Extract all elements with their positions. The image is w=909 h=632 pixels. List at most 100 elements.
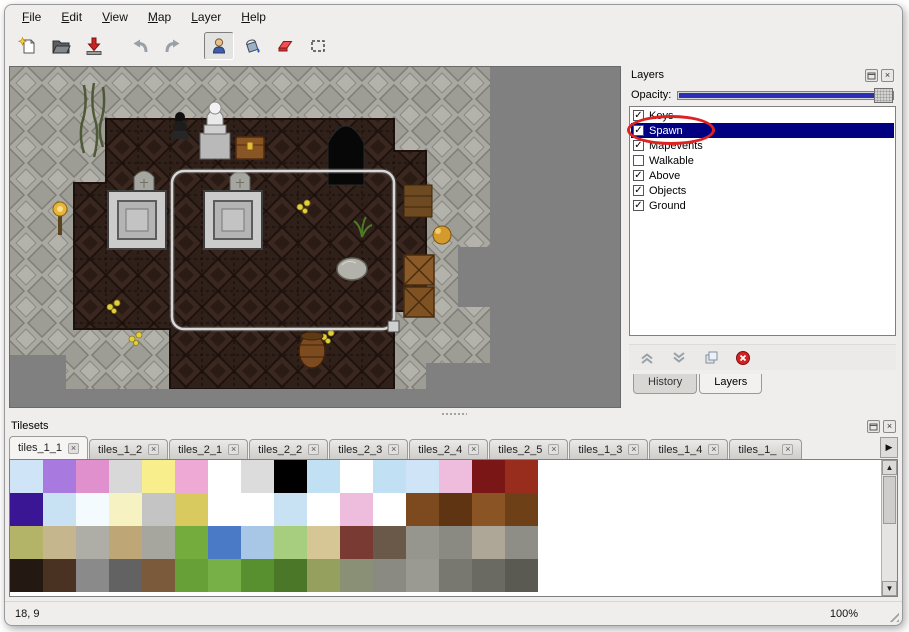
menu-map[interactable]: Map xyxy=(139,8,180,26)
resize-grip[interactable] xyxy=(886,609,899,622)
palette-scrollbar[interactable]: ▲ ▼ xyxy=(881,460,897,596)
menu-layer[interactable]: Layer xyxy=(182,8,230,26)
duplicate-layer-button[interactable] xyxy=(701,348,721,368)
palette-tile-r3c4[interactable] xyxy=(142,559,175,592)
tab-close-icon[interactable]: × xyxy=(228,444,239,455)
eraser-tool-button[interactable] xyxy=(270,32,300,60)
palette-tile-r1c14[interactable] xyxy=(472,493,505,526)
palette-tile-r0c7[interactable] xyxy=(241,460,274,493)
palette-tile-r2c7[interactable] xyxy=(241,526,274,559)
palette-tile-r0c9[interactable] xyxy=(307,460,340,493)
tab-close-icon[interactable]: × xyxy=(388,444,399,455)
layer-list[interactable]: ✓Keys✓Spawn✓MapeventsWalkable✓Above✓Obje… xyxy=(629,106,896,336)
palette-tile-r0c3[interactable] xyxy=(109,460,142,493)
layer-row-spawn[interactable]: ✓Spawn xyxy=(631,123,894,138)
map-canvas[interactable] xyxy=(10,67,490,389)
tileset-palette[interactable] xyxy=(10,460,897,592)
tab-close-icon[interactable]: × xyxy=(68,443,79,454)
open-file-button[interactable] xyxy=(46,32,76,60)
palette-tile-r3c12[interactable] xyxy=(406,559,439,592)
palette-tile-r0c11[interactable] xyxy=(373,460,406,493)
dock-tab-layers[interactable]: Layers xyxy=(699,374,762,394)
palette-tile-r2c3[interactable] xyxy=(109,526,142,559)
palette-tile-r1c3[interactable] xyxy=(109,493,142,526)
palette-tile-r2c1[interactable] xyxy=(43,526,76,559)
layer-visibility-checkbox[interactable]: ✓ xyxy=(633,170,644,181)
layer-row-objects[interactable]: ✓Objects xyxy=(631,183,894,198)
delete-layer-button[interactable] xyxy=(733,348,753,368)
splitter[interactable] xyxy=(5,411,902,417)
menu-file[interactable]: File xyxy=(13,8,50,26)
palette-tile-r1c4[interactable] xyxy=(142,493,175,526)
tab-scroll-right-icon[interactable]: ▶ xyxy=(880,437,898,458)
palette-tile-r3c9[interactable] xyxy=(307,559,340,592)
stamp-tool-button[interactable] xyxy=(204,32,234,60)
palette-tile-r1c13[interactable] xyxy=(439,493,472,526)
palette-tile-r0c10[interactable] xyxy=(340,460,373,493)
layer-row-ground[interactable]: ✓Ground xyxy=(631,198,894,213)
tab-close-icon[interactable]: × xyxy=(308,444,319,455)
palette-tile-r3c1[interactable] xyxy=(43,559,76,592)
palette-tile-r1c11[interactable] xyxy=(373,493,406,526)
palette-tile-r2c15[interactable] xyxy=(505,526,538,559)
palette-tile-r1c0[interactable] xyxy=(10,493,43,526)
layer-visibility-checkbox[interactable] xyxy=(633,155,644,166)
palette-tile-r3c3[interactable] xyxy=(109,559,142,592)
palette-tile-r1c8[interactable] xyxy=(274,493,307,526)
palette-tile-r0c6[interactable] xyxy=(208,460,241,493)
opacity-slider-handle[interactable] xyxy=(874,88,893,103)
palette-tile-r2c10[interactable] xyxy=(340,526,373,559)
palette-tile-r1c12[interactable] xyxy=(406,493,439,526)
tab-close-icon[interactable]: × xyxy=(782,444,793,455)
palette-tile-r2c11[interactable] xyxy=(373,526,406,559)
palette-tile-r3c8[interactable] xyxy=(274,559,307,592)
palette-tile-r3c2[interactable] xyxy=(76,559,109,592)
layer-visibility-checkbox[interactable]: ✓ xyxy=(633,185,644,196)
layer-visibility-checkbox[interactable]: ✓ xyxy=(633,140,644,151)
dock-tab-history[interactable]: History xyxy=(633,374,697,394)
tileset-tab-tiles_2_3[interactable]: tiles_2_3× xyxy=(329,439,408,459)
tileset-tab-tiles_2_1[interactable]: tiles_2_1× xyxy=(169,439,248,459)
tileset-tab-tiles_1_3[interactable]: tiles_1_3× xyxy=(569,439,648,459)
redo-button[interactable] xyxy=(158,32,188,60)
palette-tile-r2c13[interactable] xyxy=(439,526,472,559)
tileset-tab-tiles_2_5[interactable]: tiles_2_5× xyxy=(489,439,568,459)
tileset-tab-tiles_2_2[interactable]: tiles_2_2× xyxy=(249,439,328,459)
palette-tile-r2c14[interactable] xyxy=(472,526,505,559)
palette-tile-r3c6[interactable] xyxy=(208,559,241,592)
palette-tile-r1c6[interactable] xyxy=(208,493,241,526)
tileset-tab-tiles_2_4[interactable]: tiles_2_4× xyxy=(409,439,488,459)
palette-tile-r3c0[interactable] xyxy=(10,559,43,592)
undo-button[interactable] xyxy=(125,32,155,60)
palette-tile-r0c1[interactable] xyxy=(43,460,76,493)
tab-close-icon[interactable]: × xyxy=(468,444,479,455)
layer-row-walkable[interactable]: Walkable xyxy=(631,153,894,168)
layer-row-keys[interactable]: ✓Keys xyxy=(631,108,894,123)
palette-tile-r0c4[interactable] xyxy=(142,460,175,493)
tab-close-icon[interactable]: × xyxy=(548,444,559,455)
tab-close-icon[interactable]: × xyxy=(708,444,719,455)
scroll-down-icon[interactable]: ▼ xyxy=(882,581,897,596)
scroll-up-icon[interactable]: ▲ xyxy=(882,460,897,475)
palette-tile-r3c7[interactable] xyxy=(241,559,274,592)
palette-tile-r1c15[interactable] xyxy=(505,493,538,526)
close-panel-icon[interactable]: × xyxy=(883,420,896,433)
palette-tile-r0c12[interactable] xyxy=(406,460,439,493)
palette-tile-r1c5[interactable] xyxy=(175,493,208,526)
rect-select-tool-button[interactable] xyxy=(303,32,333,60)
opacity-slider[interactable] xyxy=(677,91,894,100)
palette-tile-r2c0[interactable] xyxy=(10,526,43,559)
palette-tile-r3c11[interactable] xyxy=(373,559,406,592)
tileset-tab-tiles_1_1[interactable]: tiles_1_1× xyxy=(9,436,88,459)
menu-view[interactable]: View xyxy=(93,8,137,26)
palette-tile-r1c9[interactable] xyxy=(307,493,340,526)
palette-tile-r1c10[interactable] xyxy=(340,493,373,526)
palette-tile-r1c2[interactable] xyxy=(76,493,109,526)
fill-tool-button[interactable] xyxy=(237,32,267,60)
palette-tile-r2c6[interactable] xyxy=(208,526,241,559)
palette-tile-r1c1[interactable] xyxy=(43,493,76,526)
layer-visibility-checkbox[interactable]: ✓ xyxy=(633,200,644,211)
palette-tile-r3c14[interactable] xyxy=(472,559,505,592)
palette-tile-r0c0[interactable] xyxy=(10,460,43,493)
scrollbar-thumb[interactable] xyxy=(883,476,896,524)
